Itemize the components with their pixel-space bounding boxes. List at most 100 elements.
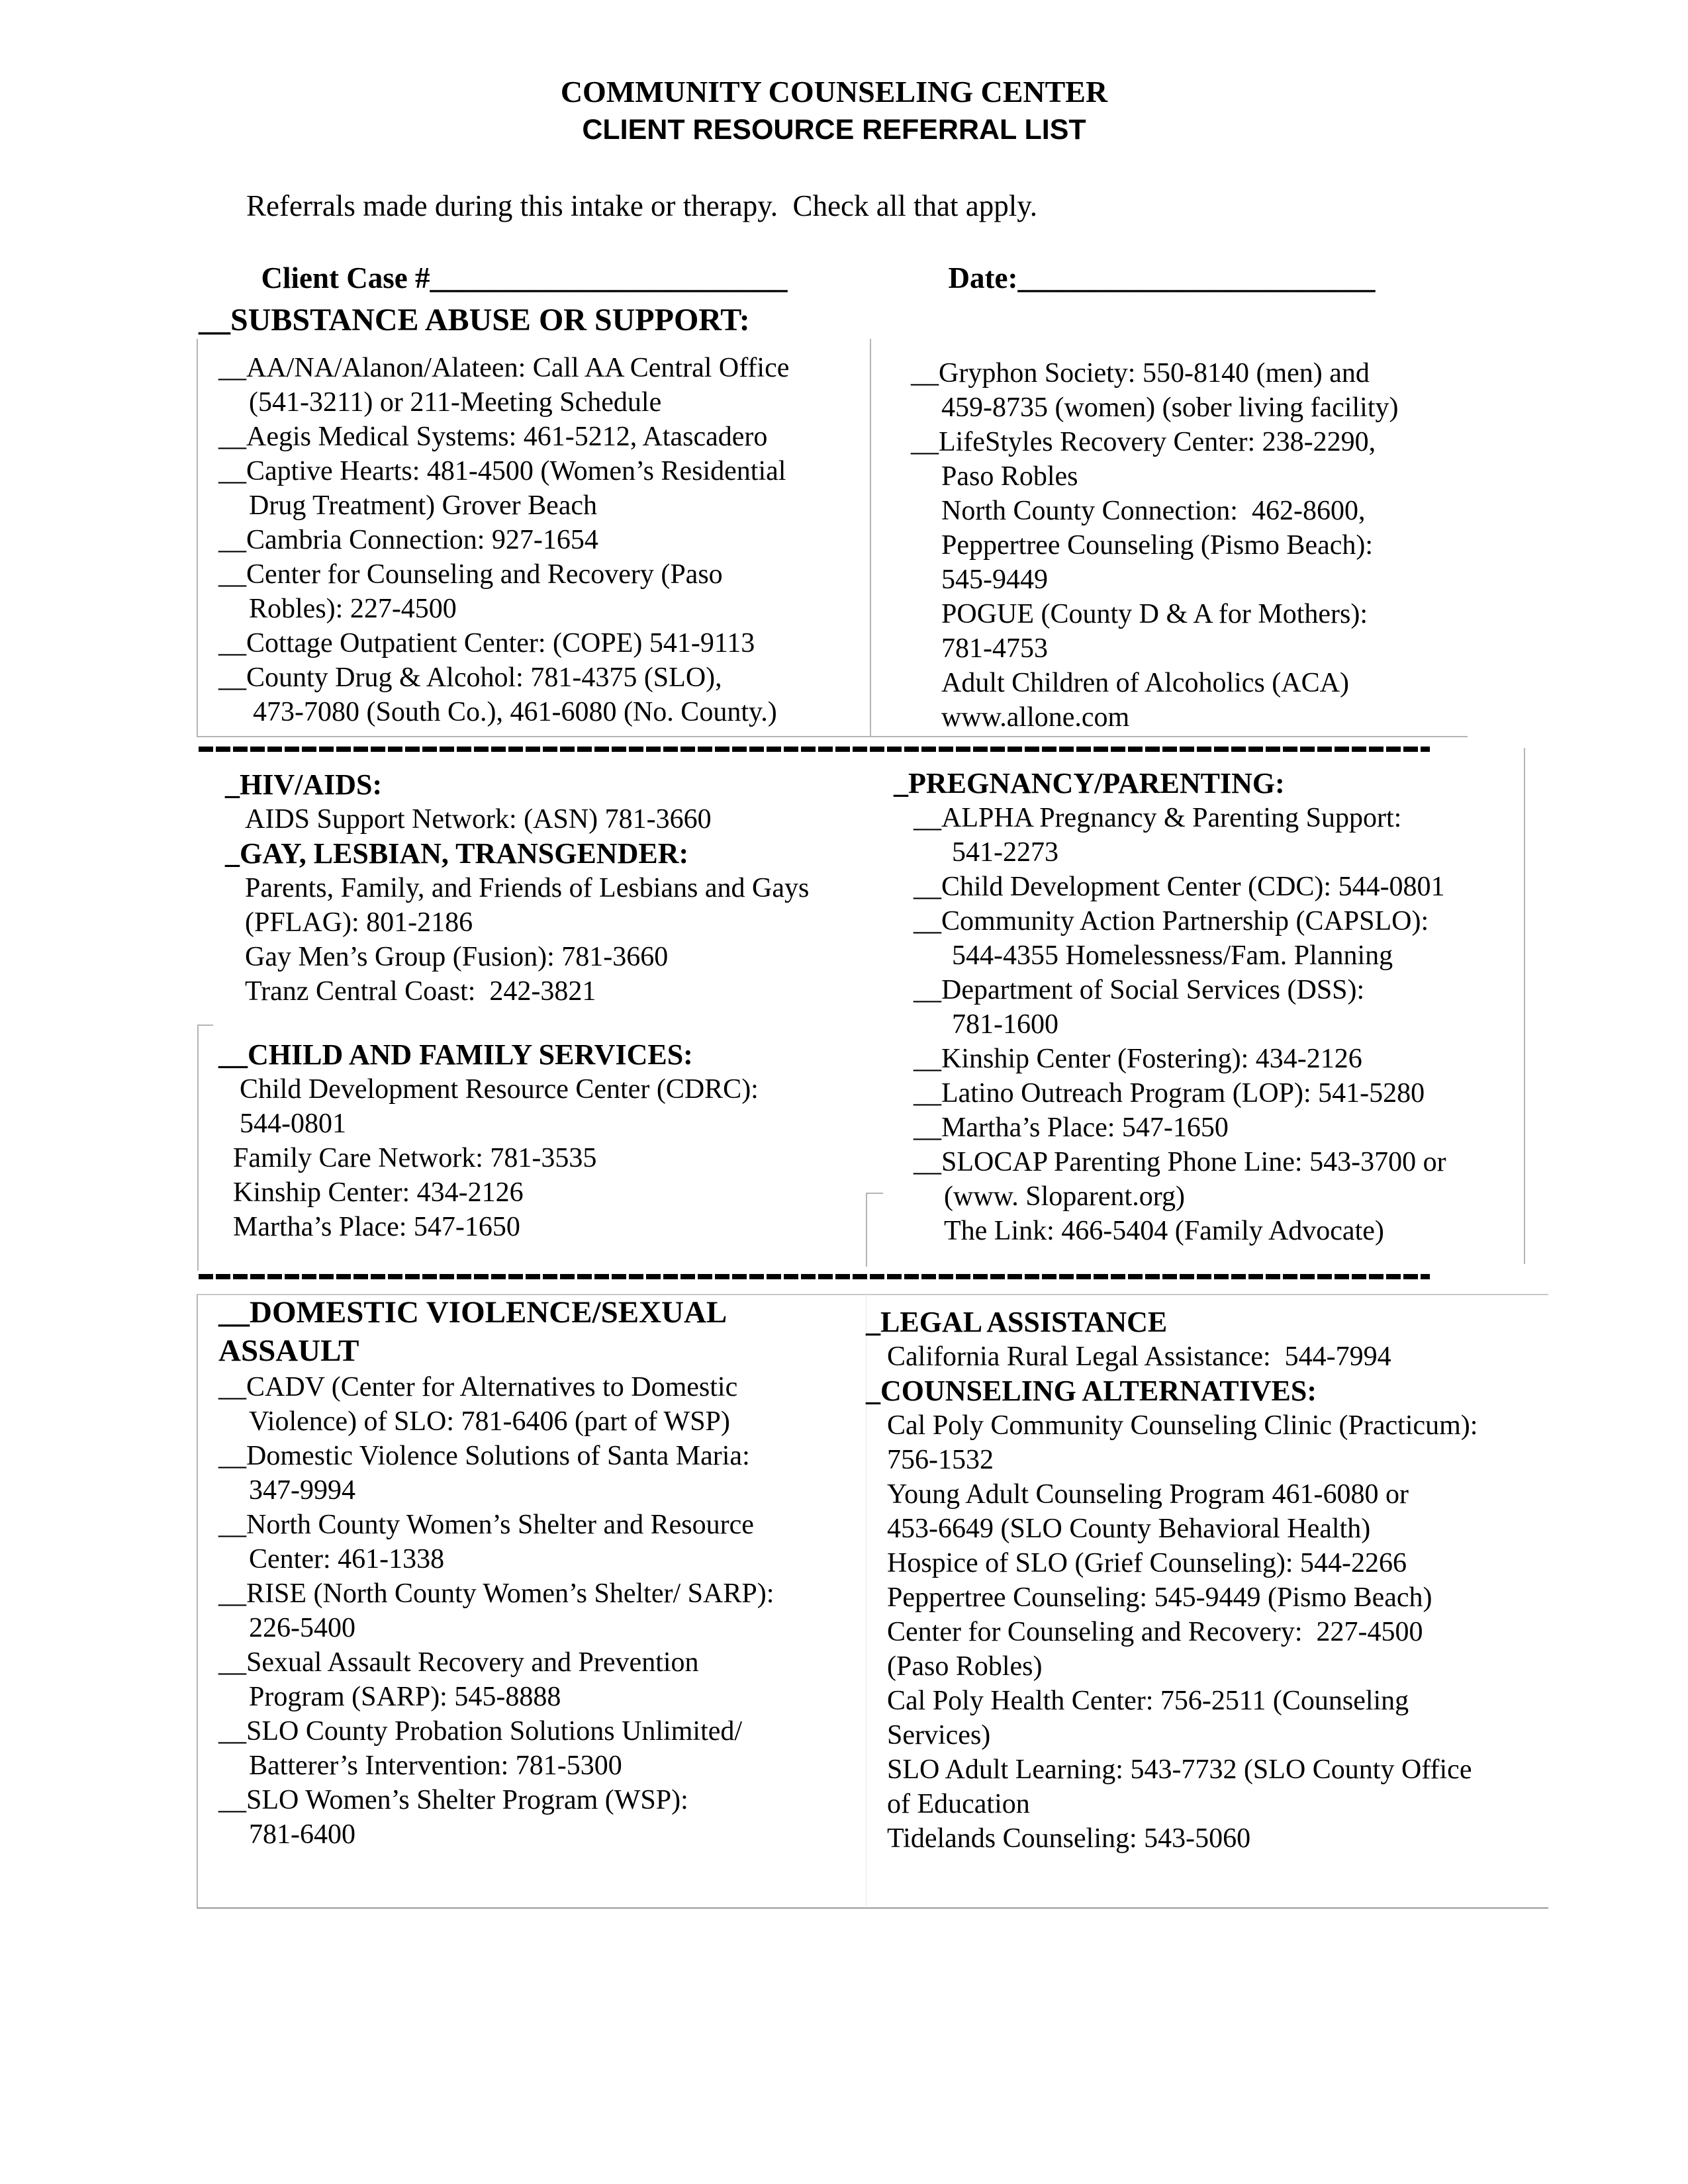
client-case-label: Client Case # [261, 261, 430, 295]
list-item-continuation: 781-6400 [249, 1819, 355, 1850]
list-item: __Domestic Violence Solutions of Santa M… [218, 1441, 750, 1471]
list-item: Tranz Central Coast: 242-3821 [245, 976, 596, 1007]
child-family-section: __CHILD AND FAMILY SERVICES: Child Devel… [218, 1038, 759, 1244]
list-item: North County Connection: 462-8600, [941, 496, 1366, 526]
list-item-continuation: (PFLAG): 801-2186 [245, 907, 473, 938]
legal-counseling-section: _LEGAL ASSISTANCE California Rural Legal… [866, 1305, 1477, 1856]
section-divider [199, 1274, 1430, 1279]
list-item-continuation: www.allone.com [941, 702, 1130, 733]
list-item: Family Care Network: 781-3535 [233, 1143, 597, 1173]
list-item: __North County Women’s Shelter and Resou… [218, 1510, 754, 1540]
domestic-violence-section: __DOMESTIC VIOLENCE/SEXUAL ASSAULT __CAD… [218, 1293, 774, 1852]
list-item: __RISE (North County Women’s Shelter/ SA… [218, 1578, 774, 1609]
document-subtitle: CLIENT RESOURCE REFERRAL LIST [582, 114, 1086, 146]
list-item-continuation: of Education [887, 1789, 1030, 1819]
list-item-continuation: 226-5400 [249, 1613, 355, 1643]
list-item: __Cottage Outpatient Center: (COPE) 541-… [218, 628, 755, 659]
list-item: __LifeStyles Recovery Center: 238-2290, [911, 427, 1376, 457]
section-heading-pregnancy: _PREGNANCY/PARENTING: [894, 767, 1285, 799]
list-item-continuation: 756-1532 [887, 1445, 994, 1475]
list-item: __SLO County Probation Solutions Unlimit… [218, 1716, 743, 1747]
list-item: Kinship Center: 434-2126 [233, 1177, 524, 1208]
list-item-continuation: Drug Treatment) Grover Beach [249, 490, 598, 521]
list-item-continuation: 453-6649 (SLO County Behavioral Health) [887, 1514, 1371, 1544]
list-item: __Child Development Center (CDC): 544-08… [914, 872, 1445, 902]
list-item: __CADV (Center for Alternatives to Domes… [218, 1372, 738, 1402]
section-heading-legal: _LEGAL ASSISTANCE [866, 1306, 1168, 1338]
list-item: __SLO Women’s Shelter Program (WSP): [218, 1785, 688, 1815]
list-item: The Link: 466-5404 (Family Advocate) [944, 1216, 1384, 1246]
date-blank[interactable]: ________________________ [1017, 261, 1375, 295]
list-item-continuation: 541-2273 [952, 837, 1058, 868]
middle-right-frame [1524, 748, 1525, 1264]
list-item-continuation: 473-7080 (South Co.), 461-6080 (No. Coun… [253, 697, 777, 727]
list-item-continuation: Services) [887, 1720, 991, 1751]
list-item: __Center for Counseling and Recovery (Pa… [218, 559, 723, 590]
list-item: Peppertree Counseling (Pismo Beach): [941, 530, 1374, 561]
section-heading-child-family: __CHILD AND FAMILY SERVICES: [218, 1038, 693, 1071]
list-item: __AA/NA/Alanon/Alateen: Call AA Central … [218, 353, 790, 383]
instruction-text: Referrals made during this intake or the… [246, 189, 1038, 222]
list-item: __Martha’s Place: 547-1650 [914, 1113, 1229, 1143]
hiv-glt-section: _HIV/AIDS: AIDS Support Network: (ASN) 7… [225, 768, 809, 1009]
list-item: Center for Counseling and Recovery: 227-… [887, 1617, 1423, 1647]
list-item-continuation: (www. Sloparent.org) [944, 1181, 1185, 1212]
list-item-continuation: Paso Robles [941, 461, 1078, 492]
list-item: Cal Poly Community Counseling Clinic (Pr… [887, 1410, 1478, 1441]
list-item-continuation: (Paso Robles) [887, 1651, 1043, 1682]
list-item: __County Drug & Alcohol: 781-4375 (SLO), [218, 662, 722, 693]
list-item-continuation: (541-3211) or 211-Meeting Schedule [249, 387, 662, 418]
substance-right-list: __Gryphon Society: 550-8140 (men) and 45… [911, 356, 1399, 735]
section-heading-counseling: _COUNSELING ALTERNATIVES: [866, 1375, 1317, 1407]
substance-left-list: __AA/NA/Alanon/Alateen: Call AA Central … [218, 351, 789, 729]
list-item: Peppertree Counseling: 545-9449 (Pismo B… [887, 1582, 1432, 1613]
list-item-continuation: 781-4753 [941, 633, 1048, 664]
list-item: Gay Men’s Group (Fusion): 781-3660 [245, 942, 669, 972]
list-item: SLO Adult Learning: 543-7732 (SLO County… [887, 1754, 1472, 1785]
section-heading-glt: _GAY, LESBIAN, TRANSGENDER: [225, 837, 689, 870]
date-field[interactable]: Date:________________________ [933, 226, 1376, 295]
list-item-continuation: Batterer’s Intervention: 781-5300 [249, 1751, 622, 1781]
date-label: Date: [948, 261, 1018, 295]
list-item-continuation: 544-4355 Homelessness/Fam. Planning [952, 940, 1393, 971]
list-item: __Kinship Center (Fostering): 434-2126 [914, 1044, 1362, 1074]
list-item: Hospice of SLO (Grief Counseling): 544-2… [887, 1548, 1407, 1578]
client-case-field[interactable]: Client Case #________________________ [246, 226, 788, 295]
section-heading-domestic-cont: ASSAULT [218, 1334, 359, 1368]
list-item-continuation: Program (SARP): 545-8888 [249, 1682, 561, 1712]
section-divider [199, 747, 1430, 752]
pregnancy-frame-corner [866, 1193, 883, 1267]
document-title: COMMUNITY COUNSELING CENTER [560, 75, 1108, 109]
section-heading-substance: __SUBSTANCE ABUSE OR SUPPORT: [199, 302, 750, 338]
list-item: __ALPHA Pregnancy & Parenting Support: [914, 803, 1402, 833]
section-heading-hiv: _HIV/AIDS: [225, 768, 383, 801]
list-item: __Latino Outreach Program (LOP): 541-528… [914, 1078, 1425, 1109]
list-item: Tidelands Counseling: 543-5060 [887, 1823, 1251, 1854]
list-item-continuation: Violence) of SLO: 781-6406 (part of WSP) [249, 1406, 730, 1437]
list-item-continuation: 544-0801 [240, 1109, 346, 1139]
list-item: Adult Children of Alcoholics (ACA) [941, 668, 1349, 698]
list-item: California Rural Legal Assistance: 544-7… [887, 1342, 1391, 1372]
list-item: __Cambria Connection: 927-1654 [218, 525, 598, 555]
section-heading-domestic: __DOMESTIC VIOLENCE/SEXUAL [218, 1295, 727, 1330]
list-item: __Captive Hearts: 481-4500 (Women’s Resi… [218, 456, 786, 486]
list-item-continuation: 459-8735 (women) (sober living facility) [941, 392, 1399, 423]
list-item: POGUE (County D & A for Mothers): [941, 599, 1368, 629]
child-family-frame [197, 1024, 213, 1271]
list-item: Young Adult Counseling Program 461-6080 … [887, 1479, 1409, 1510]
list-item: __Gryphon Society: 550-8140 (men) and [911, 358, 1370, 388]
list-item: Martha’s Place: 547-1650 [233, 1212, 520, 1242]
list-item: Child Development Resource Center (CDRC)… [240, 1074, 759, 1105]
list-item-continuation: Center: 461-1338 [249, 1544, 445, 1574]
list-item-continuation: 347-9994 [249, 1475, 355, 1506]
list-item: Parents, Family, and Friends of Lesbians… [245, 873, 810, 903]
list-item: __Aegis Medical Systems: 461-5212, Atasc… [218, 422, 768, 452]
client-case-blank[interactable]: ________________________ [430, 261, 787, 295]
list-item: Cal Poly Health Center: 756-2511 (Counse… [887, 1686, 1409, 1716]
list-item-continuation: 781-1600 [952, 1009, 1058, 1040]
pregnancy-section: _PREGNANCY/PARENTING: __ALPHA Pregnancy … [894, 766, 1446, 1248]
list-item: __Sexual Assault Recovery and Prevention [218, 1647, 699, 1678]
list-item: AIDS Support Network: (ASN) 781-3660 [245, 804, 712, 835]
list-item: __Community Action Partnership (CAPSLO): [914, 906, 1429, 936]
list-item: __SLOCAP Parenting Phone Line: 543-3700 … [914, 1147, 1446, 1177]
